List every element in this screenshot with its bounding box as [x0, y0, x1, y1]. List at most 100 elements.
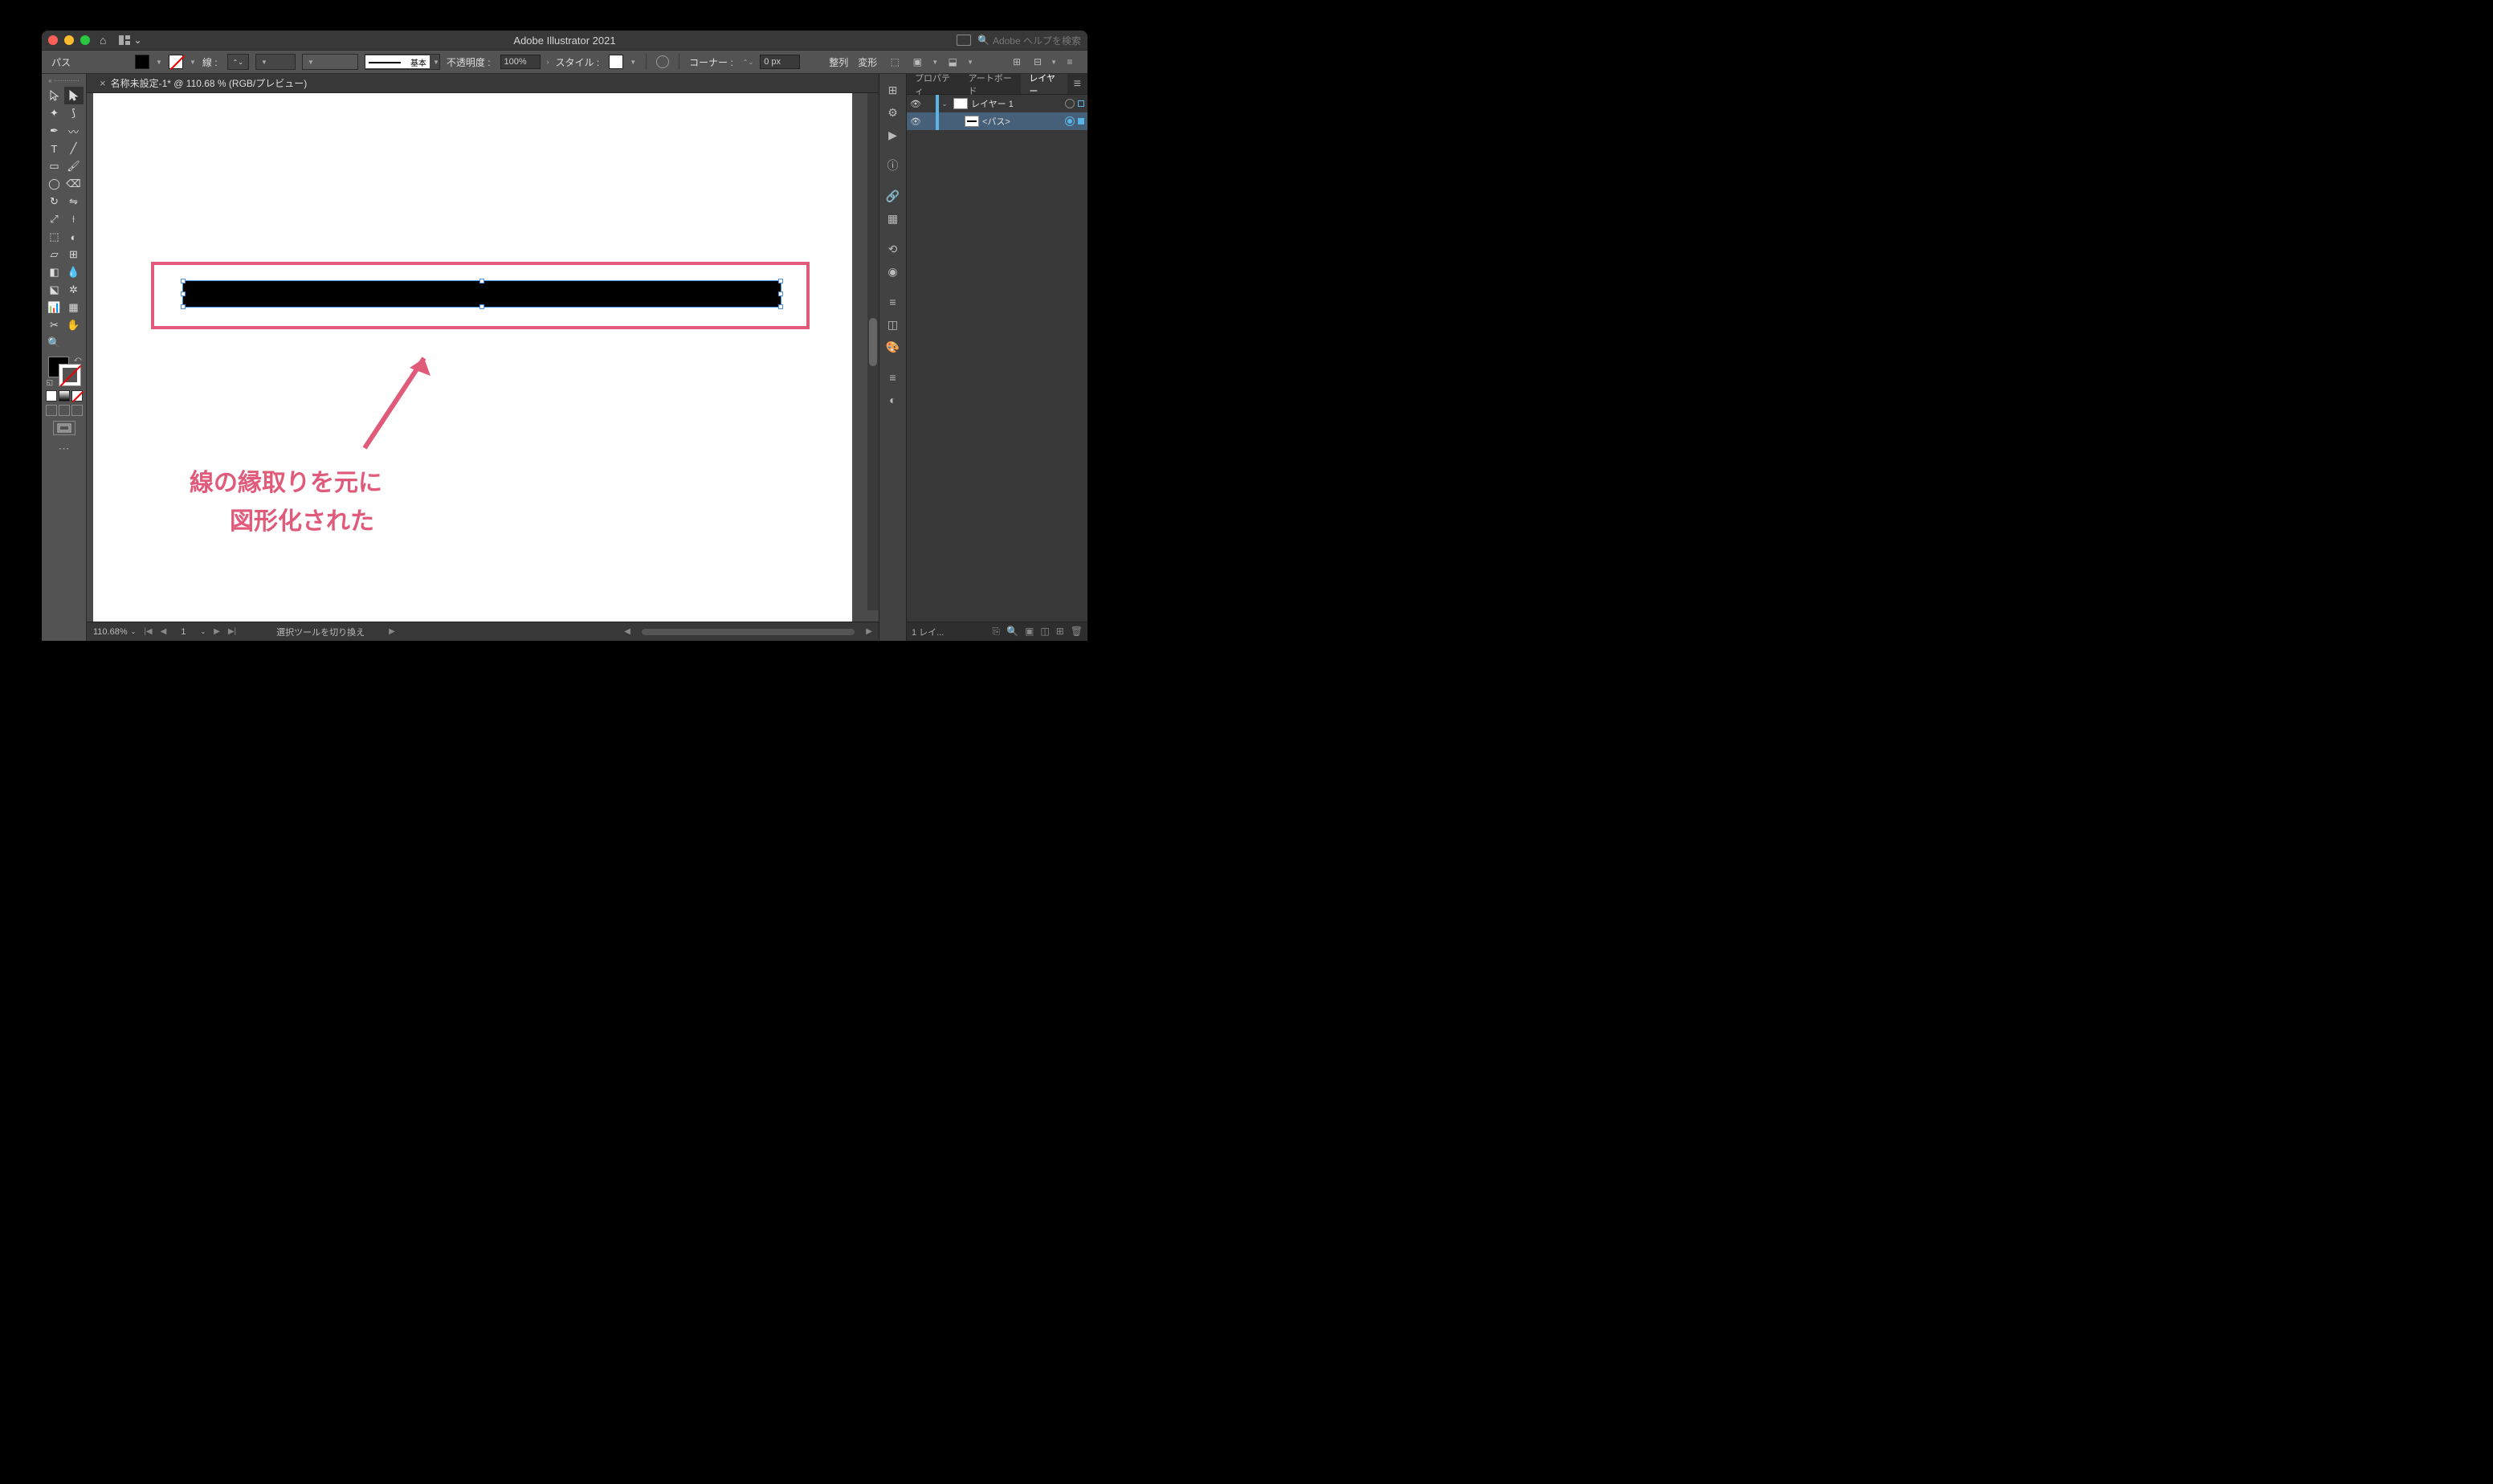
target-icon[interactable] — [1065, 99, 1075, 108]
zoom-level[interactable]: 110.68% ⌄ — [93, 627, 136, 637]
free-transform-tool[interactable]: ⬚ — [45, 228, 64, 246]
chevron-down-icon[interactable]: ▼ — [190, 59, 196, 66]
width-tool[interactable]: ⟊ — [64, 210, 84, 228]
graph-tool[interactable]: 📊 — [45, 299, 64, 316]
artboard-number[interactable]: 1 — [174, 627, 192, 637]
help-search[interactable]: 🔍 Adobe ヘルプを検索 — [977, 34, 1081, 47]
chevron-down-icon[interactable]: ▼ — [156, 59, 162, 66]
curvature-tool[interactable]: 〰 — [64, 122, 84, 140]
variable-width-dropdown[interactable]: ▼ — [255, 54, 296, 70]
info-panel-icon[interactable]: ⓘ — [883, 156, 903, 175]
visibility-toggle[interactable]: 👁 — [907, 116, 924, 127]
symbol-sprayer-tool[interactable]: ✲ — [64, 281, 84, 299]
scroll-right-icon[interactable]: ▶ — [866, 627, 872, 636]
prev-artboard-icon[interactable]: ◀ — [161, 627, 167, 636]
actions-panel-icon[interactable]: ▶ — [883, 125, 903, 145]
eyedropper-tool[interactable]: 💧 — [64, 263, 84, 281]
selection-handle[interactable] — [778, 304, 783, 309]
draw-inside-button[interactable] — [71, 405, 83, 416]
line-tool[interactable]: ╱ — [64, 140, 84, 157]
stroke-profile-dropdown[interactable]: 基本 ▼ — [365, 54, 440, 70]
next-artboard-icon[interactable]: ▶ — [214, 627, 220, 636]
chevron-down-icon[interactable]: ▼ — [630, 59, 636, 66]
selection-handle[interactable] — [479, 304, 484, 309]
locate-object-icon[interactable]: ⎘ — [992, 626, 1000, 638]
tab-properties[interactable]: プロパティ — [907, 74, 960, 94]
select-similar-icon[interactable]: ⬓ — [945, 54, 961, 70]
transparency-panel-icon[interactable]: ◐ — [883, 390, 903, 410]
properties-panel-icon[interactable]: ⊞ — [883, 80, 903, 100]
tab-artboards[interactable]: アートボード — [960, 74, 1021, 94]
scroll-left-icon[interactable]: ◀ — [624, 627, 630, 636]
selection-handle[interactable] — [181, 304, 186, 309]
status-menu-icon[interactable]: ▶ — [389, 627, 395, 636]
close-window-button[interactable] — [48, 35, 58, 45]
minimize-window-button[interactable] — [64, 35, 74, 45]
snap-icon[interactable]: ⊟ — [1030, 54, 1046, 70]
selection-tool[interactable] — [45, 87, 64, 104]
pathfinder-panel-icon[interactable]: ◫ — [883, 315, 903, 334]
fill-swatch[interactable] — [135, 55, 149, 69]
artboards-panel-icon[interactable]: ▦ — [883, 209, 903, 228]
selection-handle[interactable] — [181, 292, 186, 296]
paintbrush-tool[interactable]: 🖌 — [64, 157, 84, 175]
horizontal-scrollbar[interactable] — [642, 629, 855, 635]
recolor-icon[interactable] — [656, 55, 669, 68]
align-panel-icon[interactable]: ≡ — [883, 292, 903, 312]
selection-handle[interactable] — [479, 279, 484, 283]
scale-tool[interactable]: ⤢ — [45, 210, 64, 228]
color-gradient-button[interactable] — [59, 390, 70, 402]
eraser-tool[interactable]: ⌫ — [64, 175, 84, 193]
mesh-tool[interactable]: ⊞ — [64, 246, 84, 263]
make-clipping-mask-icon[interactable]: ▣ — [1025, 626, 1034, 638]
reflect-tool[interactable]: ⇋ — [64, 193, 84, 210]
expand-toggle[interactable]: ⌄ — [939, 100, 950, 108]
target-icon[interactable] — [1065, 116, 1075, 126]
type-tool[interactable]: T — [45, 140, 64, 157]
last-artboard-icon[interactable]: ▶| — [228, 627, 236, 636]
selection-indicator[interactable] — [1078, 118, 1084, 124]
path-shape[interactable] — [183, 281, 781, 307]
color-none-button[interactable] — [71, 390, 83, 402]
new-layer-icon[interactable]: ⊞ — [1056, 626, 1064, 638]
hand-tool[interactable]: ✋ — [64, 316, 84, 334]
canvas[interactable]: 線の縁取りを元に 図形化された — [87, 93, 879, 622]
layer-name[interactable]: <パス> — [982, 115, 1065, 128]
layer-row[interactable]: 👁 <パス> — [907, 112, 1087, 130]
shaper-tool[interactable]: ◯ — [45, 175, 64, 193]
shape-builder-tool[interactable]: ◐ — [64, 228, 84, 246]
layer-row[interactable]: 👁 ⌄ レイヤー 1 — [907, 95, 1087, 112]
maximize-window-button[interactable] — [80, 35, 90, 45]
clip-icon[interactable]: ▣ — [909, 54, 925, 70]
gradient-tool[interactable]: ◧ — [45, 263, 64, 281]
scroll-thumb[interactable] — [869, 318, 877, 366]
screen-mode-button[interactable] — [53, 421, 75, 435]
swap-fill-stroke-icon[interactable]: ⤺ — [74, 355, 82, 364]
rotate-tool[interactable]: ↻ — [45, 193, 64, 210]
rectangle-tool[interactable]: ▭ — [45, 157, 64, 175]
color-panel-icon[interactable]: 🎨 — [883, 337, 903, 357]
appearance-panel-icon[interactable]: ◉ — [883, 262, 903, 281]
arrange-documents-icon[interactable] — [957, 35, 971, 46]
lasso-tool[interactable]: ⟆ — [64, 104, 84, 122]
selection-indicator[interactable] — [1078, 100, 1084, 107]
blend-tool[interactable]: ⬕ — [45, 281, 64, 299]
stroke-weight-dropdown[interactable]: ⌃⌄ — [227, 54, 249, 70]
pen-tool[interactable]: ✒ — [45, 122, 64, 140]
edit-toolbar-button[interactable]: ⋯ — [59, 442, 70, 455]
close-tab-icon[interactable]: × — [100, 77, 106, 89]
workspace-switcher[interactable]: ⌄ — [119, 35, 141, 46]
libraries-panel-icon[interactable]: ⟲ — [883, 239, 903, 259]
color-solid-button[interactable] — [46, 390, 57, 402]
corner-input[interactable] — [760, 55, 800, 69]
selection-handle[interactable] — [778, 279, 783, 283]
panel-menu-icon[interactable]: ≡ — [1062, 54, 1078, 70]
style-swatch[interactable] — [609, 55, 623, 69]
document-tab[interactable]: × 名称未設定-1* @ 110.68 % (RGB/プレビュー) — [93, 76, 313, 90]
perspective-tool[interactable]: ▱ — [45, 246, 64, 263]
transform-label[interactable]: 変形 — [858, 55, 877, 69]
default-fill-stroke-icon[interactable]: ◱ — [47, 378, 54, 387]
zoom-tool[interactable]: 🔍 — [45, 334, 64, 352]
isolate-icon[interactable]: ⬚ — [887, 54, 903, 70]
grid-icon[interactable]: ⊞ — [1009, 54, 1025, 70]
